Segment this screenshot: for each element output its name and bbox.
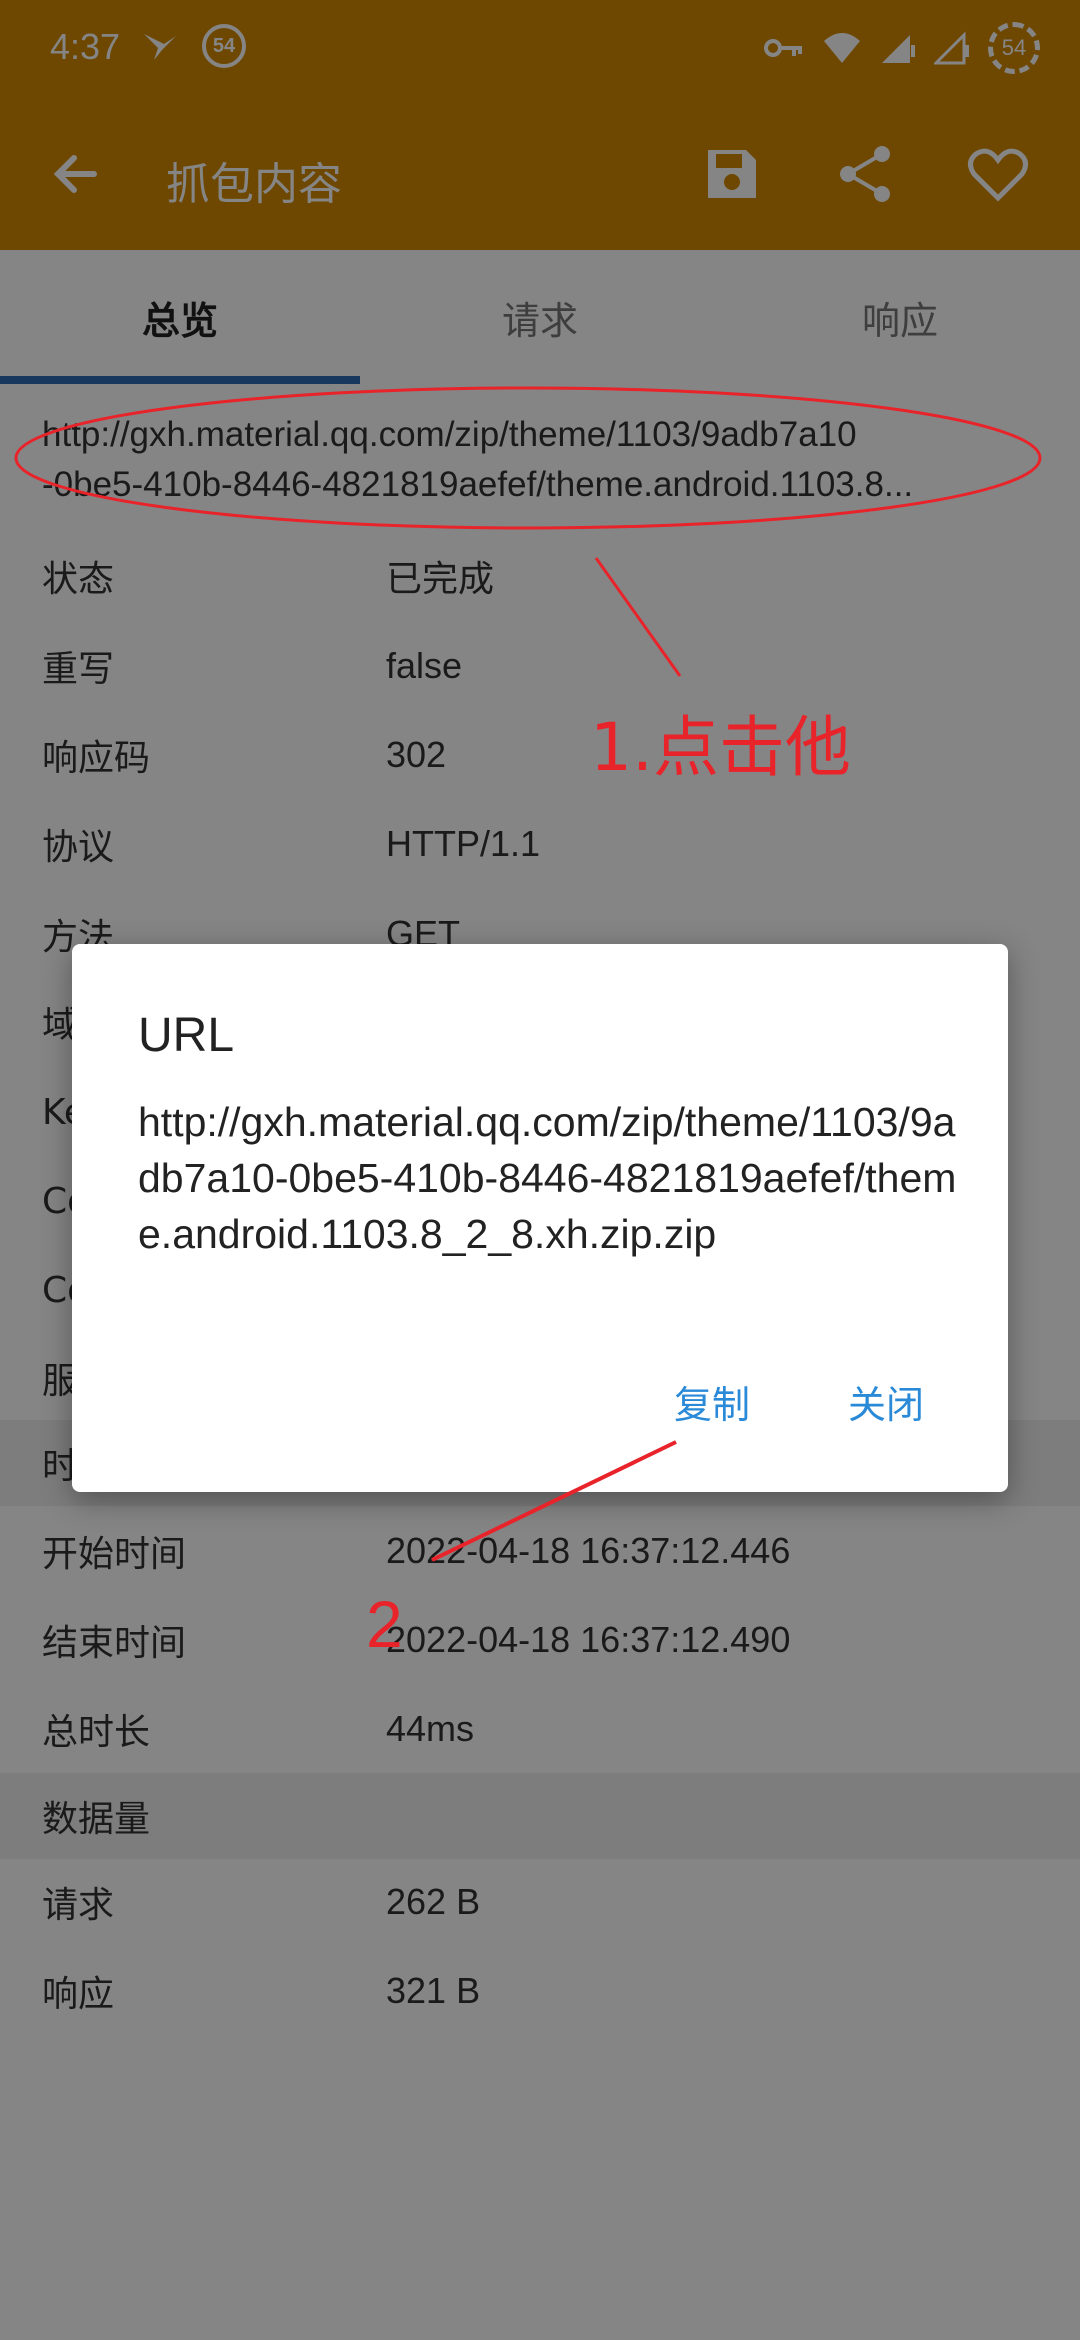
close-button[interactable]: 关闭 bbox=[848, 1374, 924, 1429]
annotation-step1-label: 1.点击他 bbox=[590, 709, 851, 786]
dialog-title: URL bbox=[138, 1009, 235, 1062]
url-dialog: URL http://gxh.material.qq.com/zip/theme… bbox=[72, 944, 1008, 1492]
dialog-url-text: http://gxh.material.qq.com/zip/theme/110… bbox=[138, 1099, 957, 1257]
scrim-top bbox=[0, 0, 1080, 250]
annotation-step2-label: 2 bbox=[366, 1587, 403, 1661]
copy-button[interactable]: 复制 bbox=[674, 1374, 750, 1429]
